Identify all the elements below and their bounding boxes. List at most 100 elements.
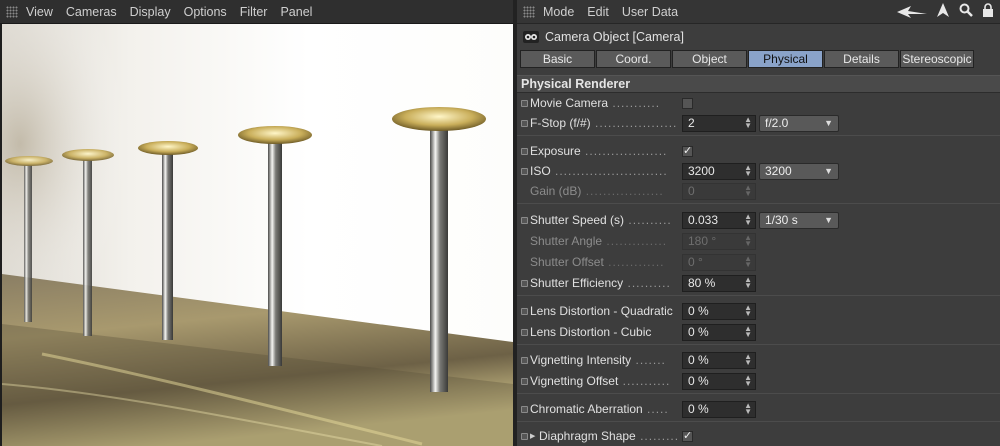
param-chromatic-aberration: Chromatic Aberration ..... 0 % ▲ ▼ — [517, 399, 1000, 419]
menu-mode[interactable]: Mode — [543, 5, 574, 19]
tab-basic[interactable]: Basic — [520, 50, 595, 68]
param-movie-camera: Movie Camera ........... — [517, 93, 1000, 113]
animation-dot-icon[interactable] — [521, 99, 528, 107]
camera-icon — [523, 31, 539, 43]
tab-physical[interactable]: Physical — [748, 50, 823, 68]
shutter-angle-input: 180 ° ▲ ▼ — [682, 232, 756, 250]
stepper-arrows-icon: ▲ ▼ — [744, 232, 752, 248]
menu-display[interactable]: Display — [130, 5, 171, 19]
vignetting-intensity-input[interactable]: 0 % ▲ ▼ — [682, 351, 756, 369]
menu-panel[interactable]: Panel — [280, 5, 312, 19]
shutter-efficiency-input[interactable]: 80 % ▲ ▼ — [682, 274, 756, 292]
animation-dot-icon[interactable] — [521, 216, 528, 224]
param-shutter-speed: Shutter Speed (s) .......... 0.033 ▲ ▼ 1/3… — [517, 210, 1000, 230]
object-header: Camera Object [Camera] — [517, 24, 1000, 50]
tab-object[interactable]: Object — [672, 50, 747, 68]
expand-triangle-icon[interactable]: ▶ — [530, 432, 535, 440]
render-view[interactable] — [2, 24, 513, 446]
exposure-checkbox[interactable]: ✓ — [682, 145, 693, 157]
param-label: Gain (dB) .................. — [530, 184, 664, 198]
iso-input[interactable]: 3200 ▲ ▼ — [682, 162, 756, 180]
up-arrow-icon[interactable] — [936, 3, 950, 21]
param-label: Chromatic Aberration ..... — [530, 402, 669, 416]
tab-stereoscopic[interactable]: Stereoscopic — [900, 50, 974, 68]
param-label: Lens Distortion - Cubic — [530, 325, 652, 339]
separator — [517, 393, 1000, 394]
menu-options[interactable]: Options — [184, 5, 227, 19]
param-label: Vignetting Intensity ....... — [530, 353, 666, 367]
separator — [517, 295, 1000, 296]
tab-details[interactable]: Details — [824, 50, 899, 68]
tab-coord[interactable]: Coord. — [596, 50, 671, 68]
lens-quadratic-input[interactable]: 0 % ▲ ▼ — [682, 302, 756, 320]
stepper-arrows-icon[interactable]: ▲ ▼ — [744, 275, 752, 289]
animation-dot-icon[interactable] — [521, 279, 528, 287]
stepper-arrows-icon: ▲ ▼ — [744, 182, 752, 198]
diaphragm-shape-checkbox[interactable]: ✓ — [682, 430, 693, 442]
menu-filter[interactable]: Filter — [240, 5, 268, 19]
chevron-down-icon: ▼ — [824, 214, 833, 225]
param-label: Exposure ................... — [530, 144, 668, 158]
menu-cameras[interactable]: Cameras — [66, 5, 117, 19]
animation-dot-icon[interactable] — [521, 432, 528, 440]
separator — [517, 344, 1000, 345]
param-exposure: Exposure ................... ✓ — [517, 141, 1000, 161]
movie-camera-checkbox[interactable] — [682, 97, 693, 109]
gain-input: 0 ▲ ▼ — [682, 182, 756, 200]
back-arrow-icon[interactable] — [897, 5, 927, 19]
param-label: Shutter Speed (s) .......... — [530, 213, 672, 227]
shutter-offset-input: 0 ° ▲ ▼ — [682, 253, 756, 271]
param-fstop: F-Stop (f/#) ................... 2 ▲ ▼ f/2… — [517, 113, 1000, 133]
param-lens-cubic: Lens Distortion - Cubic 0 % ▲ ▼ — [517, 322, 1000, 342]
section-title: Physical Renderer — [517, 75, 1000, 93]
viewport-menubar: View Cameras Display Options Filter Pane… — [0, 0, 513, 24]
animation-dot-icon[interactable] — [521, 147, 528, 155]
iso-preset-dropdown[interactable]: 3200 ▼ — [759, 162, 839, 180]
attribute-tabs: Basic Coord. Object Physical Details Ste… — [517, 50, 1000, 69]
separator — [517, 421, 1000, 422]
stepper-arrows-icon[interactable]: ▲ ▼ — [744, 324, 752, 338]
param-lens-quadratic: Lens Distortion - Quadratic 0 % ▲ ▼ — [517, 301, 1000, 321]
lens-cubic-input[interactable]: 0 % ▲ ▼ — [682, 323, 756, 341]
stepper-arrows-icon[interactable]: ▲ ▼ — [744, 373, 752, 387]
fstop-preset-dropdown[interactable]: f/2.0 ▼ — [759, 114, 839, 132]
stepper-arrows-icon[interactable]: ▲ ▼ — [744, 115, 752, 129]
lock-icon[interactable] — [982, 3, 994, 21]
param-label: Vignetting Offset ........... — [530, 374, 671, 388]
animation-dot-icon[interactable] — [521, 307, 528, 315]
stepper-arrows-icon[interactable]: ▲ ▼ — [744, 352, 752, 366]
param-label: Lens Distortion - Quadratic — [530, 304, 673, 318]
stepper-arrows-icon[interactable]: ▲ ▼ — [744, 303, 752, 317]
param-label: Movie Camera ........... — [530, 96, 661, 110]
object-title: Camera Object [Camera] — [545, 30, 684, 44]
animation-dot-icon[interactable] — [521, 356, 528, 364]
animation-dot-icon[interactable] — [521, 377, 528, 385]
panel-grip-icon[interactable] — [523, 5, 535, 18]
animation-dot-icon[interactable] — [521, 167, 528, 175]
stepper-arrows-icon: ▲ ▼ — [744, 253, 752, 269]
menu-edit[interactable]: Edit — [587, 5, 609, 19]
stepper-arrows-icon[interactable]: ▲ ▼ — [744, 163, 752, 177]
animation-dot-icon[interactable] — [521, 405, 528, 413]
param-label: Shutter Efficiency .......... — [530, 276, 671, 290]
param-label: Diaphragm Shape ......... — [539, 429, 680, 443]
panel-grip-icon[interactable] — [6, 5, 18, 18]
param-label: ISO .......................... — [530, 164, 668, 178]
chromatic-aberration-input[interactable]: 0 % ▲ ▼ — [682, 400, 756, 418]
fstop-input[interactable]: 2 ▲ ▼ — [682, 114, 756, 132]
attribute-manager: Mode Edit User Data Camera Object [Camer… — [517, 0, 1000, 446]
stepper-arrows-icon[interactable]: ▲ ▼ — [744, 212, 752, 226]
shutter-speed-input[interactable]: 0.033 ▲ ▼ — [682, 211, 756, 229]
param-label: Shutter Angle .............. — [530, 234, 668, 248]
shutter-speed-preset-dropdown[interactable]: 1/30 s ▼ — [759, 211, 839, 229]
param-label: F-Stop (f/#) ................... — [530, 116, 678, 130]
param-vignetting-intensity: Vignetting Intensity ....... 0 % ▲ ▼ — [517, 350, 1000, 370]
animation-dot-icon[interactable] — [521, 119, 528, 127]
vignetting-offset-input[interactable]: 0 % ▲ ▼ — [682, 372, 756, 390]
separator — [517, 203, 1000, 204]
stepper-arrows-icon[interactable]: ▲ ▼ — [744, 401, 752, 415]
menu-view[interactable]: View — [26, 5, 53, 19]
search-icon[interactable] — [959, 3, 973, 21]
menu-user-data[interactable]: User Data — [622, 5, 678, 19]
animation-dot-icon[interactable] — [521, 328, 528, 336]
